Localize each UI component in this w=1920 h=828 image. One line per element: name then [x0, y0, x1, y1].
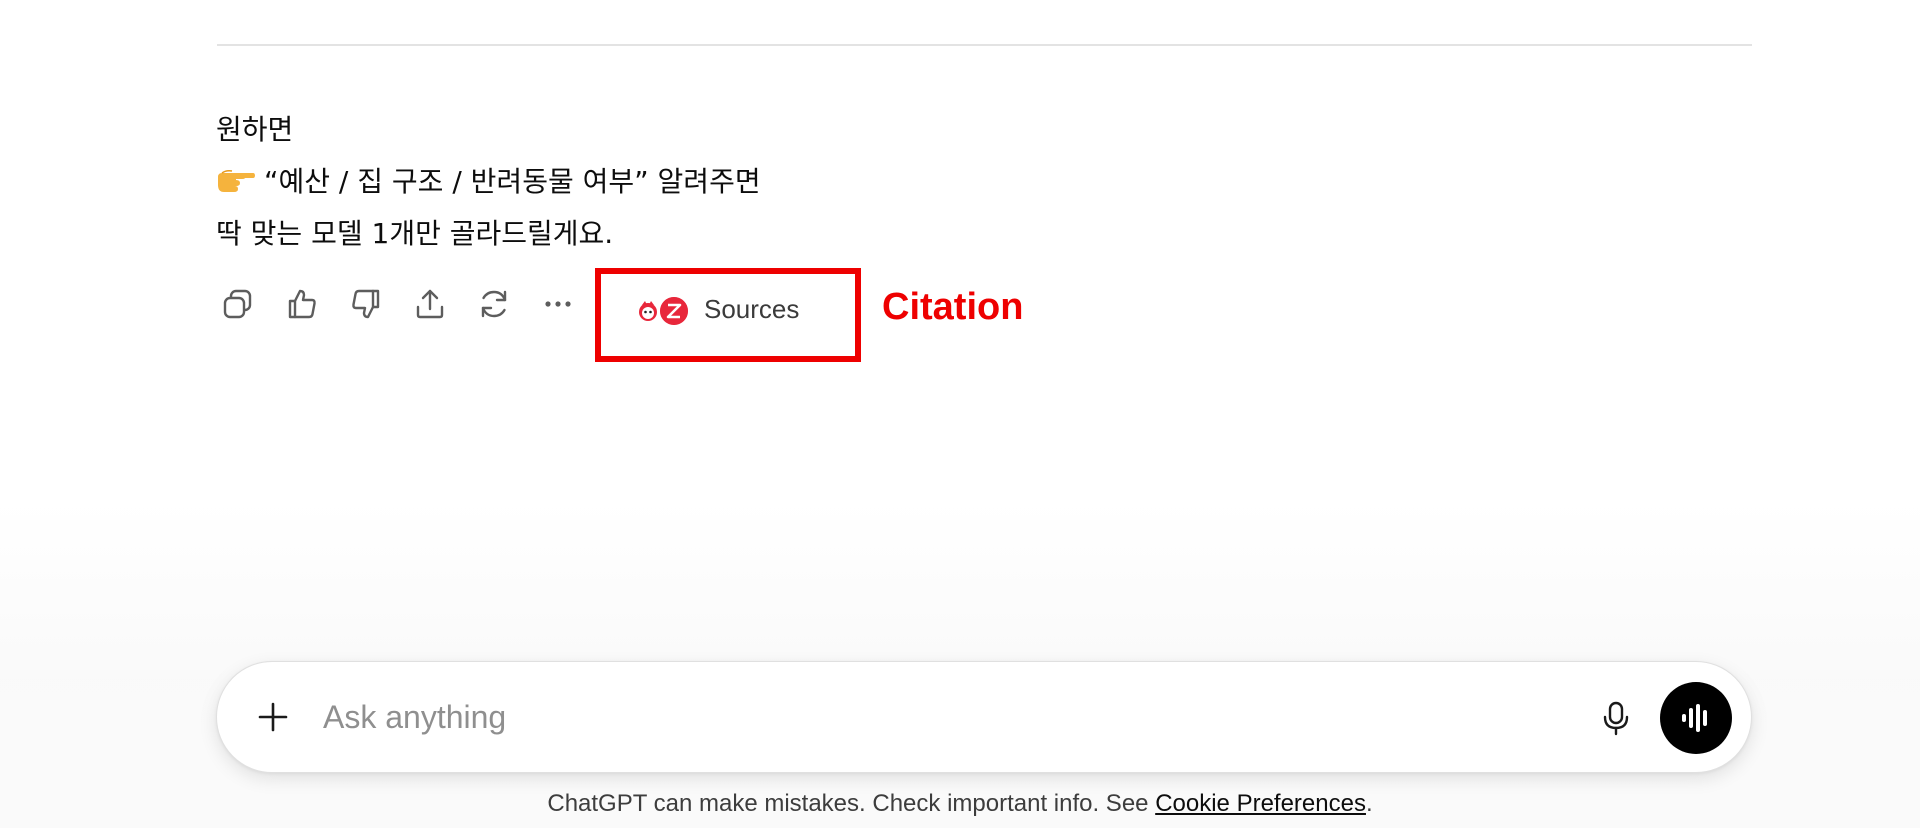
source-favicon-logo-icon: [658, 295, 690, 327]
cookie-preferences-link[interactable]: Cookie Preferences: [1155, 790, 1366, 817]
sources-label: Sources: [704, 293, 800, 324]
message-line-2-text: “예산 / 집 구조 / 반려동물 여부” 알려주면: [264, 165, 761, 198]
disclaimer: ChatGPT can make mistakes. Check importa…: [0, 790, 1920, 818]
composer: [216, 661, 1752, 773]
thumbs-down-button[interactable]: [344, 282, 388, 326]
citation-annotation-label: Citation: [882, 286, 1024, 328]
more-horizontal-icon: [545, 301, 571, 307]
pointing-right-emoji-icon: [218, 170, 255, 192]
thumbs-up-icon: [288, 289, 316, 319]
source-favicons: [632, 293, 690, 327]
voice-mode-button[interactable]: [1660, 682, 1732, 754]
disclaimer-period: .: [1365, 790, 1373, 817]
share-icon: [416, 289, 444, 319]
copy-icon: [223, 289, 252, 319]
refresh-icon: [481, 290, 507, 318]
share-button[interactable]: [408, 282, 452, 326]
disclaimer-text: ChatGPT can make mistakes. Check importa…: [547, 790, 1156, 817]
voice-waveform-icon: [1682, 704, 1707, 732]
assistant-message: 원하면 “예산 / 집 구조 / 반려동물 여부” 알려주면 딱 맞는 모델 1…: [216, 104, 761, 260]
microphone-icon: [1603, 701, 1629, 736]
thumbs-down-icon: [352, 289, 380, 319]
message-divider: [217, 44, 1752, 46]
prompt-input[interactable]: [323, 692, 1573, 742]
copy-button[interactable]: [216, 282, 260, 326]
plus-icon: [258, 702, 288, 732]
more-options-button[interactable]: [536, 282, 580, 326]
message-line-2: “예산 / 집 구조 / 반려동물 여부” 알려주면: [216, 156, 761, 208]
sources-button[interactable]: Sources: [632, 290, 799, 328]
thumbs-up-button[interactable]: [280, 282, 324, 326]
regenerate-button[interactable]: [472, 282, 516, 326]
dictate-button[interactable]: [1593, 695, 1639, 741]
message-line-1: 원하면: [216, 113, 294, 146]
message-line-3: 딱 맞는 모델 1개만 골라드릴게요.: [216, 217, 614, 250]
add-attachment-button[interactable]: [251, 695, 295, 739]
